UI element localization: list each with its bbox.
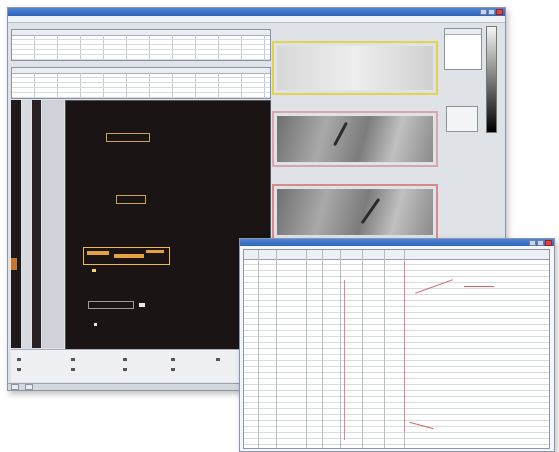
column-divider — [362, 250, 363, 448]
trace-segment — [464, 286, 494, 287]
defect-box-1[interactable] — [106, 133, 150, 142]
data-list-window — [239, 238, 555, 452]
defect-indication-6 — [94, 323, 97, 326]
table-grid — [12, 35, 270, 60]
column-divider — [322, 250, 323, 448]
close-icon[interactable] — [545, 240, 552, 246]
column-divider — [258, 250, 259, 448]
start-button[interactable] — [11, 384, 19, 390]
inspection-data-table[interactable] — [243, 249, 550, 449]
weld-thumbnail-2[interactable] — [272, 111, 438, 167]
legend-item — [17, 358, 21, 361]
main-titlebar — [8, 8, 505, 16]
orientation-diagram — [446, 106, 478, 132]
table-grid — [12, 73, 270, 98]
weld-thumbnail-3[interactable] — [272, 184, 438, 240]
defect-indication-5 — [139, 303, 145, 307]
left-scale-strip — [11, 100, 21, 348]
close-icon[interactable] — [496, 9, 503, 15]
column-divider — [306, 250, 307, 448]
weld-image-1 — [277, 46, 433, 90]
position-ruler — [42, 100, 64, 348]
weld-thumbnail-1[interactable] — [272, 41, 438, 95]
grey-scale-bar — [486, 26, 497, 133]
column-divider — [384, 250, 385, 448]
data-table-rows — [244, 259, 549, 448]
trace-line — [344, 280, 345, 440]
legend-item — [123, 368, 127, 371]
legend-item — [17, 368, 21, 371]
legend-item — [171, 358, 175, 361]
legend-item — [71, 368, 75, 371]
depth-ruler — [22, 100, 31, 348]
menu-bar — [8, 16, 505, 23]
defect-box-4[interactable] — [88, 301, 134, 309]
legend-item — [123, 358, 127, 361]
column-divider — [276, 250, 277, 448]
settings-header — [445, 29, 481, 35]
trace-line — [404, 262, 405, 432]
inspection-table-top[interactable] — [11, 29, 271, 61]
maximize-icon[interactable] — [488, 9, 495, 15]
weld-image-3 — [277, 189, 433, 235]
defect-indication-3 — [146, 250, 164, 253]
weld-image-2 — [277, 116, 433, 162]
legend-item — [216, 358, 220, 361]
depth-strip — [32, 100, 41, 348]
defect-box-2[interactable] — [116, 195, 146, 204]
inspection-table-second[interactable] — [11, 67, 271, 99]
legend-item — [71, 358, 75, 361]
legend-strip — [11, 349, 269, 382]
defect-indication-4 — [92, 269, 96, 272]
minimize-icon[interactable] — [529, 240, 536, 246]
defect-indication-1 — [87, 251, 109, 255]
column-divider — [340, 250, 341, 448]
legend-item — [171, 368, 175, 371]
task-button[interactable] — [25, 384, 33, 390]
overlay-titlebar — [240, 239, 554, 246]
defect-indication-2 — [114, 254, 144, 258]
edge-marker — [11, 258, 17, 270]
maximize-icon[interactable] — [537, 240, 544, 246]
settings-panel[interactable] — [444, 28, 482, 70]
minimize-icon[interactable] — [480, 9, 487, 15]
